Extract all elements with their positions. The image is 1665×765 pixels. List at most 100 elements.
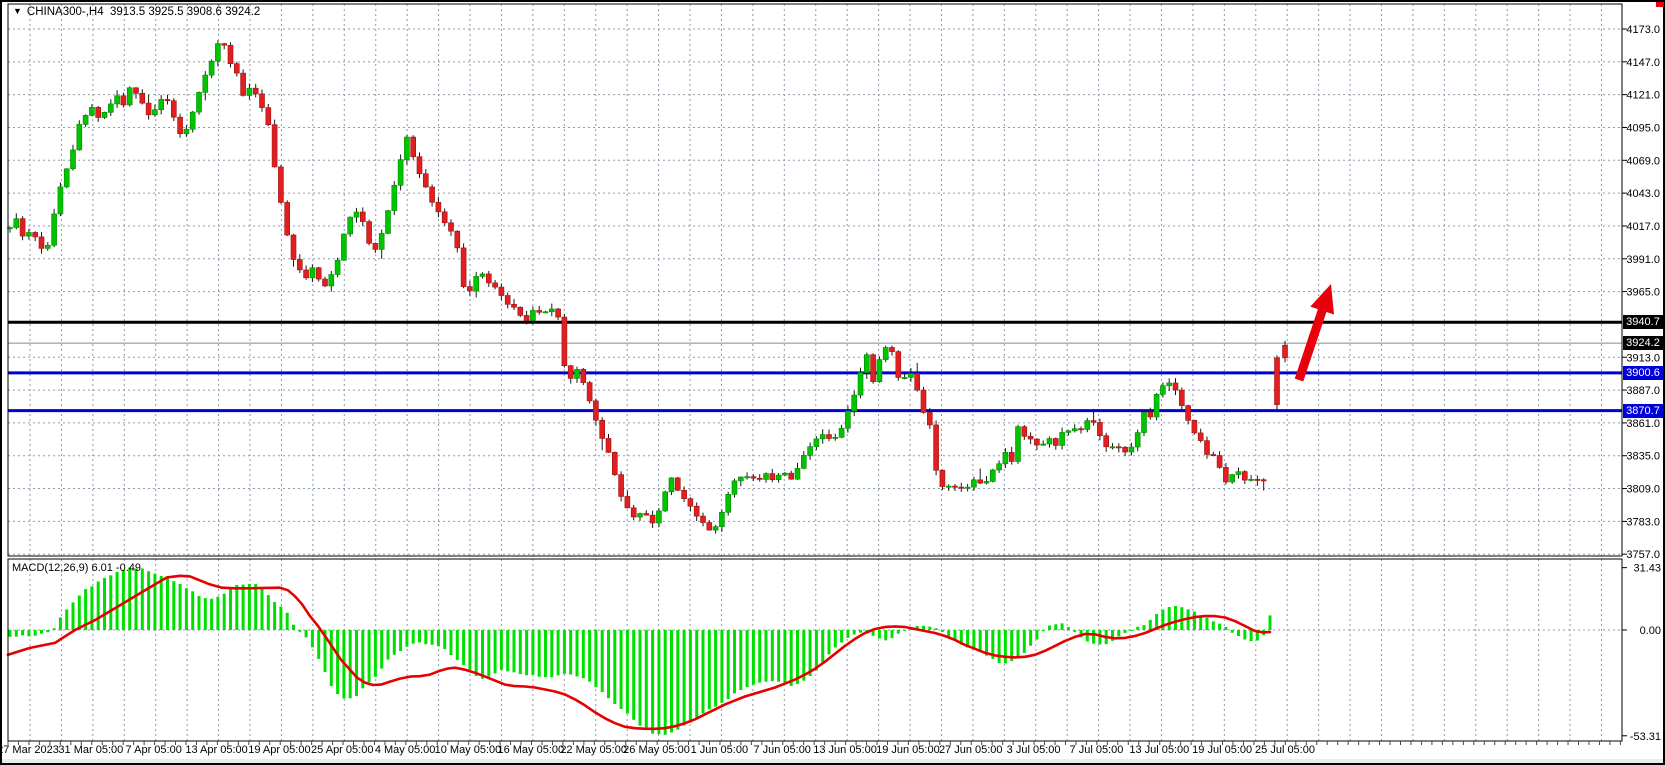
candle xyxy=(965,487,970,488)
candle xyxy=(946,486,951,487)
candle xyxy=(512,304,517,307)
price-tick-label: 3835.0 xyxy=(1626,451,1660,463)
candle xyxy=(701,516,706,522)
candle xyxy=(171,101,176,117)
candle xyxy=(896,352,901,378)
candle xyxy=(902,377,907,378)
candle xyxy=(814,439,819,447)
candle xyxy=(64,169,69,187)
candle xyxy=(827,435,832,439)
candle xyxy=(688,499,693,507)
date-tick-label: 31 Mar 05:00 xyxy=(58,744,123,756)
candle xyxy=(411,137,416,157)
candle xyxy=(612,452,617,474)
candle xyxy=(789,473,794,479)
candle xyxy=(1242,472,1247,480)
candle xyxy=(625,496,630,507)
candle xyxy=(776,475,781,480)
candle xyxy=(102,112,107,117)
price-tick-label: 3991.0 xyxy=(1626,254,1660,266)
candle xyxy=(631,508,636,517)
candle xyxy=(146,103,151,115)
candle xyxy=(316,268,321,279)
candle xyxy=(14,219,19,228)
candle xyxy=(839,428,844,437)
macd-indicator-label: MACD(12,26,9) 6.01 -0.49 xyxy=(12,562,141,574)
candle xyxy=(165,99,170,100)
candle xyxy=(593,401,598,420)
candle xyxy=(581,369,586,382)
candle xyxy=(127,88,132,105)
candle xyxy=(682,490,687,498)
candle xyxy=(247,88,252,95)
candle xyxy=(367,222,372,244)
candle xyxy=(1261,480,1266,481)
candle xyxy=(934,425,939,470)
candle xyxy=(575,369,580,378)
candle xyxy=(833,437,838,438)
candle xyxy=(134,88,139,94)
candle xyxy=(392,185,397,210)
candle xyxy=(1129,447,1134,452)
date-tick-label: 3 Jul 05:00 xyxy=(1007,744,1061,756)
candle xyxy=(1022,427,1027,437)
corner-mark xyxy=(1656,2,1664,7)
candle xyxy=(908,373,913,377)
candle xyxy=(915,373,920,390)
date-tick-label: 13 Apr 05:00 xyxy=(185,744,247,756)
symbol-dropdown-icon[interactable]: ▼ xyxy=(13,6,22,16)
candle xyxy=(360,212,365,222)
candle xyxy=(58,187,63,214)
candle xyxy=(140,93,145,103)
candle xyxy=(480,274,485,276)
candle xyxy=(1034,439,1039,445)
candle xyxy=(159,99,164,109)
candle xyxy=(675,478,680,490)
candle xyxy=(499,287,504,295)
candle xyxy=(650,515,655,523)
candle xyxy=(732,481,737,494)
candle xyxy=(96,107,101,117)
candle xyxy=(927,412,932,424)
candle xyxy=(707,523,712,531)
candle xyxy=(845,411,850,428)
candle xyxy=(417,157,422,174)
candle xyxy=(423,174,428,187)
candle xyxy=(959,487,964,488)
date-tick-label: 1 Jun 05:00 xyxy=(691,744,749,756)
candle xyxy=(518,307,523,315)
candle xyxy=(1186,406,1191,421)
price-tick-label: 4043.0 xyxy=(1626,188,1660,200)
candle xyxy=(1205,441,1210,455)
candle xyxy=(1110,447,1115,448)
candle xyxy=(984,481,989,483)
candle xyxy=(606,438,611,452)
candle xyxy=(751,477,756,479)
candle xyxy=(568,366,573,379)
candle xyxy=(600,420,605,438)
candle xyxy=(738,477,743,481)
chart-canvas[interactable]: 4173.04147.04121.04095.04069.04043.04017… xyxy=(0,0,1665,765)
price-tick-label: 4173.0 xyxy=(1626,24,1660,36)
date-tick-label: 19 Jul 05:00 xyxy=(1192,744,1252,756)
price-tick-label: 4147.0 xyxy=(1626,57,1660,69)
candle xyxy=(291,235,296,259)
candle xyxy=(556,309,561,317)
candle xyxy=(1255,479,1260,480)
date-tick-label: 7 Apr 05:00 xyxy=(126,744,182,756)
candle xyxy=(203,75,208,92)
candle xyxy=(1236,472,1241,475)
price-tick-label: 3913.0 xyxy=(1626,352,1660,364)
candle xyxy=(297,260,302,270)
candle xyxy=(858,373,863,396)
date-tick-label: 26 May 05:00 xyxy=(623,744,690,756)
candle xyxy=(1009,452,1014,461)
candle xyxy=(89,107,94,115)
candle xyxy=(883,347,888,359)
candle xyxy=(1179,390,1184,405)
candle xyxy=(757,478,762,479)
candle xyxy=(266,108,271,125)
candle xyxy=(1217,455,1222,467)
date-tick-label: 10 May 05:00 xyxy=(435,744,502,756)
candle xyxy=(1091,421,1096,423)
